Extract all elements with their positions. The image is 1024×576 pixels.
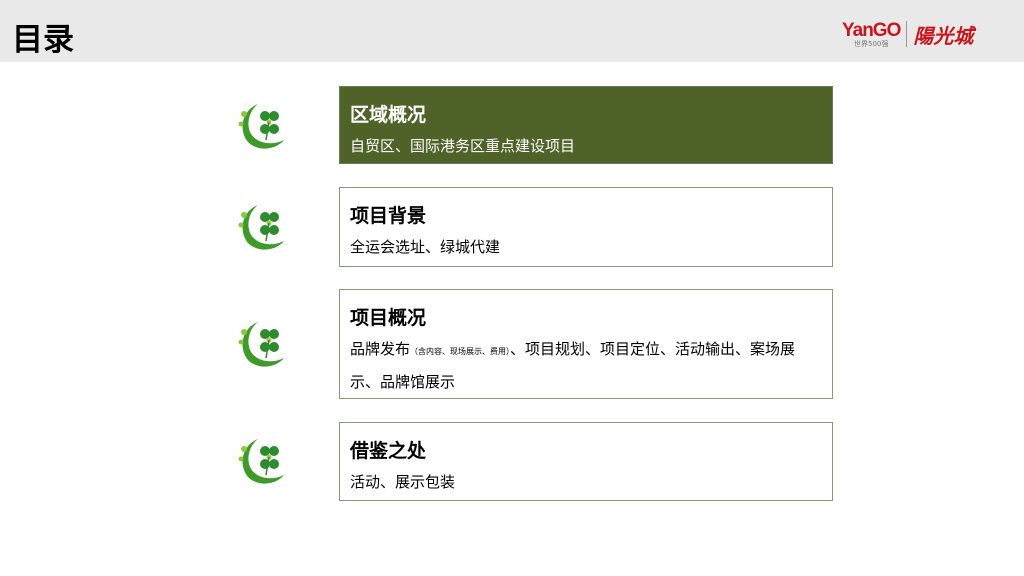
toc-item-project-overview[interactable]: 项目概况 品牌发布（含内容、现场展示、费用）、项目规划、项目定位、活动输出、案场… — [339, 289, 833, 399]
page-title: 目录 — [12, 22, 74, 58]
toc-item-title: 借鉴之处 — [350, 440, 427, 462]
toc-item-title: 项目背景 — [350, 205, 427, 227]
clover-moon-icon — [236, 318, 288, 368]
desc-note: （含内容、现场展示、费用） — [410, 347, 511, 356]
logo-brand: YanGO — [842, 19, 901, 41]
clover-moon-icon — [236, 100, 288, 150]
yango-logo: YanGO 世界500强 陽光城 — [842, 18, 973, 50]
logo-tagline: 世界500强 — [853, 39, 889, 48]
toc-item-desc: 全运会选址、绿城代建 — [350, 238, 501, 256]
toc-item-lessons[interactable]: 借鉴之处 活动、展示包装 — [339, 422, 833, 501]
desc-part: 品牌发布 — [350, 340, 411, 358]
logo-divider — [906, 21, 908, 47]
toc-item-desc: 自贸区、国际港务区重点建设项目 — [350, 137, 576, 155]
toc-item-desc: 品牌发布（含内容、现场展示、费用）、项目规划、项目定位、活动输出、案场展示、品牌… — [350, 334, 822, 397]
logo-chinese: 陽光城 — [913, 23, 974, 48]
toc-item-region-overview[interactable]: 区域概况 自贸区、国际港务区重点建设项目 — [339, 86, 833, 164]
toc-item-title: 区域概况 — [350, 104, 427, 126]
header-bar: 目录 YanGO 世界500强 陽光城 — [0, 0, 1024, 62]
toc-item-title: 项目概况 — [350, 307, 427, 329]
clover-moon-icon — [236, 201, 288, 251]
clover-moon-icon — [236, 435, 288, 485]
toc-item-desc: 活动、展示包装 — [350, 473, 456, 491]
toc-item-project-background[interactable]: 项目背景 全运会选址、绿城代建 — [339, 187, 833, 267]
